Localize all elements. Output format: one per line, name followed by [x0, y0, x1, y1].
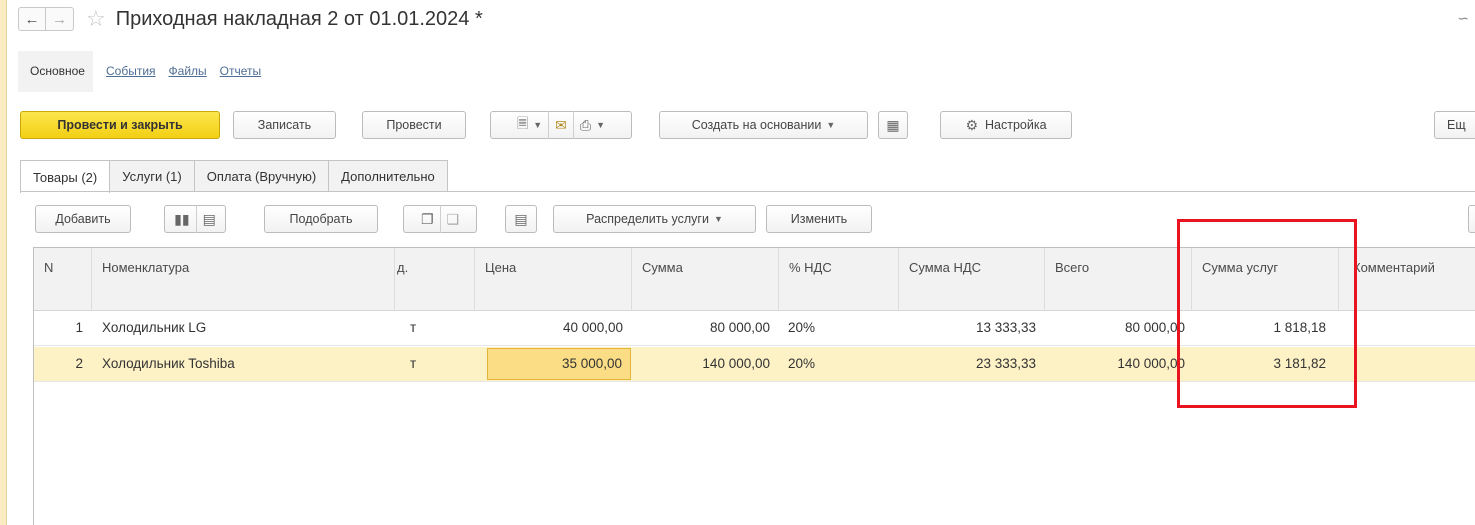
- add-label: Добавить: [55, 212, 111, 226]
- link-icon[interactable]: ∽: [1457, 10, 1469, 27]
- unit[interactable]: т: [406, 311, 474, 346]
- divider: [548, 111, 550, 139]
- column-header-sum[interactable]: Сумма: [631, 248, 778, 311]
- mail-icon[interactable]: ✉: [555, 117, 567, 134]
- column-header-unit[interactable]: д.: [394, 248, 474, 311]
- vat-sum[interactable]: 13 333,33: [898, 311, 1044, 346]
- price[interactable]: 40 000,00: [474, 311, 631, 346]
- post-and-close-label: Провести и закрыть: [57, 118, 183, 132]
- data-collector-icon[interactable]: ▤: [203, 211, 216, 228]
- post-button[interactable]: Провести: [362, 111, 466, 139]
- total[interactable]: 140 000,00: [1044, 347, 1191, 382]
- row-number: 1: [75, 320, 83, 335]
- form-tabs: Товары (2) Услуги (1) Оплата (Вручную) Д…: [20, 160, 448, 193]
- barcode-button-group: ▮▮ ▤: [164, 205, 226, 233]
- vat-rate[interactable]: 20%: [780, 311, 898, 346]
- divider: [572, 111, 574, 139]
- section-link-reports[interactable]: Отчеты: [220, 64, 261, 78]
- item-name[interactable]: Холодильник LG: [94, 311, 394, 346]
- chevron-down-icon: ▼: [826, 120, 836, 130]
- section-link-events[interactable]: События: [106, 64, 156, 78]
- window-left-border: [0, 0, 7, 525]
- copy-icon[interactable]: ❐: [421, 211, 434, 228]
- tab-services[interactable]: Услуги (1): [109, 160, 195, 192]
- more-label: Ещ: [1447, 118, 1466, 132]
- save-label: Записать: [257, 118, 312, 132]
- structure-icon[interactable]: ▦: [878, 111, 908, 139]
- tab-additional[interactable]: Дополнительно: [328, 160, 448, 192]
- section-tab-main[interactable]: Основное: [18, 50, 93, 92]
- table-settings-icon[interactable]: ▤: [505, 205, 537, 233]
- distribute-services-label: Распределить услуги: [586, 212, 709, 226]
- item-name[interactable]: Холодильник Toshiba: [94, 347, 394, 382]
- price-editing-cell[interactable]: 35 000,00: [487, 348, 631, 380]
- actions-button-group: 🗏 ▼ ✉ ⎙ ▼: [490, 111, 632, 139]
- chevron-down-icon[interactable]: ▼: [596, 120, 605, 130]
- chevron-down-icon: ▼: [713, 214, 723, 224]
- create-doc-icon[interactable]: 🗏: [517, 113, 528, 137]
- change-label: Изменить: [790, 212, 848, 226]
- tab-underline: [20, 191, 1475, 192]
- forward-arrow-icon[interactable]: →: [46, 7, 74, 31]
- divider: [195, 205, 197, 233]
- vat-rate[interactable]: 20%: [780, 347, 898, 382]
- divider: [439, 205, 441, 233]
- chevron-down-icon[interactable]: ▼: [533, 120, 542, 130]
- settings-label: Настройка: [985, 118, 1047, 132]
- column-header-n[interactable]: N: [34, 248, 91, 311]
- structure-glyph: ▦: [886, 116, 900, 133]
- more-button[interactable]: Ещ: [1434, 111, 1475, 139]
- barcode-icon[interactable]: ▮▮: [174, 211, 189, 228]
- settings-button[interactable]: ⚙ Настройка: [940, 111, 1072, 139]
- post-label: Провести: [386, 118, 442, 132]
- tab-payment[interactable]: Оплата (Вручную): [193, 160, 330, 192]
- column-header-item[interactable]: Номенклатура: [91, 248, 394, 311]
- section-navigation: Основное События Файлы Отчеты: [18, 50, 261, 92]
- row-number: 2: [75, 356, 83, 371]
- section-link-files[interactable]: Файлы: [169, 64, 207, 78]
- comment[interactable]: [1338, 311, 1475, 346]
- title-bar: ← → ☆ Приходная накладная 2 от 01.01.202…: [18, 4, 483, 34]
- column-header-total[interactable]: Всего: [1044, 248, 1191, 311]
- print-icon[interactable]: ⎙: [580, 117, 591, 134]
- back-arrow-icon[interactable]: ←: [18, 7, 46, 31]
- annotation-highlight-frame: [1177, 219, 1357, 408]
- table-settings-glyph: ▤: [514, 210, 528, 227]
- comment[interactable]: [1338, 347, 1475, 382]
- sum[interactable]: 80 000,00: [631, 311, 778, 346]
- create-based-on-label: Создать на основании: [691, 118, 822, 132]
- tab-goods[interactable]: Товары (2): [20, 160, 111, 193]
- favorite-star-icon[interactable]: ☆: [86, 8, 106, 30]
- vat-sum[interactable]: 23 333,33: [898, 347, 1044, 382]
- column-header-vat-rate[interactable]: % НДС: [778, 248, 898, 311]
- add-button[interactable]: Добавить: [35, 205, 131, 233]
- total[interactable]: 80 000,00: [1044, 311, 1191, 346]
- page-title: Приходная накладная 2 от 01.01.2024 *: [115, 7, 483, 30]
- pick-label: Подобрать: [289, 212, 353, 226]
- copy-paste-group: ❐ ❑: [403, 205, 477, 233]
- post-and-close-button[interactable]: Провести и закрыть: [20, 111, 220, 139]
- column-header-comment[interactable]: Комментарий: [1338, 248, 1475, 311]
- sum[interactable]: 140 000,00: [631, 347, 778, 382]
- column-header-price[interactable]: Цена: [474, 248, 631, 311]
- more-table-actions-button[interactable]: [1468, 205, 1475, 233]
- main-toolbar: Провести и закрыть Записать Провести 🗏 ▼ …: [20, 111, 1475, 140]
- distribute-services-button[interactable]: Распределить услуги ▼: [553, 205, 756, 233]
- save-button[interactable]: Записать: [233, 111, 336, 139]
- gear-icon: ⚙: [965, 116, 978, 133]
- unit[interactable]: т: [406, 347, 474, 382]
- pick-button[interactable]: Подобрать: [264, 205, 378, 233]
- create-based-on-button[interactable]: Создать на основании ▼: [659, 111, 868, 139]
- change-button[interactable]: Изменить: [766, 205, 872, 233]
- paste-icon[interactable]: ❑: [447, 211, 460, 228]
- column-header-vat-sum[interactable]: Сумма НДС: [898, 248, 1044, 311]
